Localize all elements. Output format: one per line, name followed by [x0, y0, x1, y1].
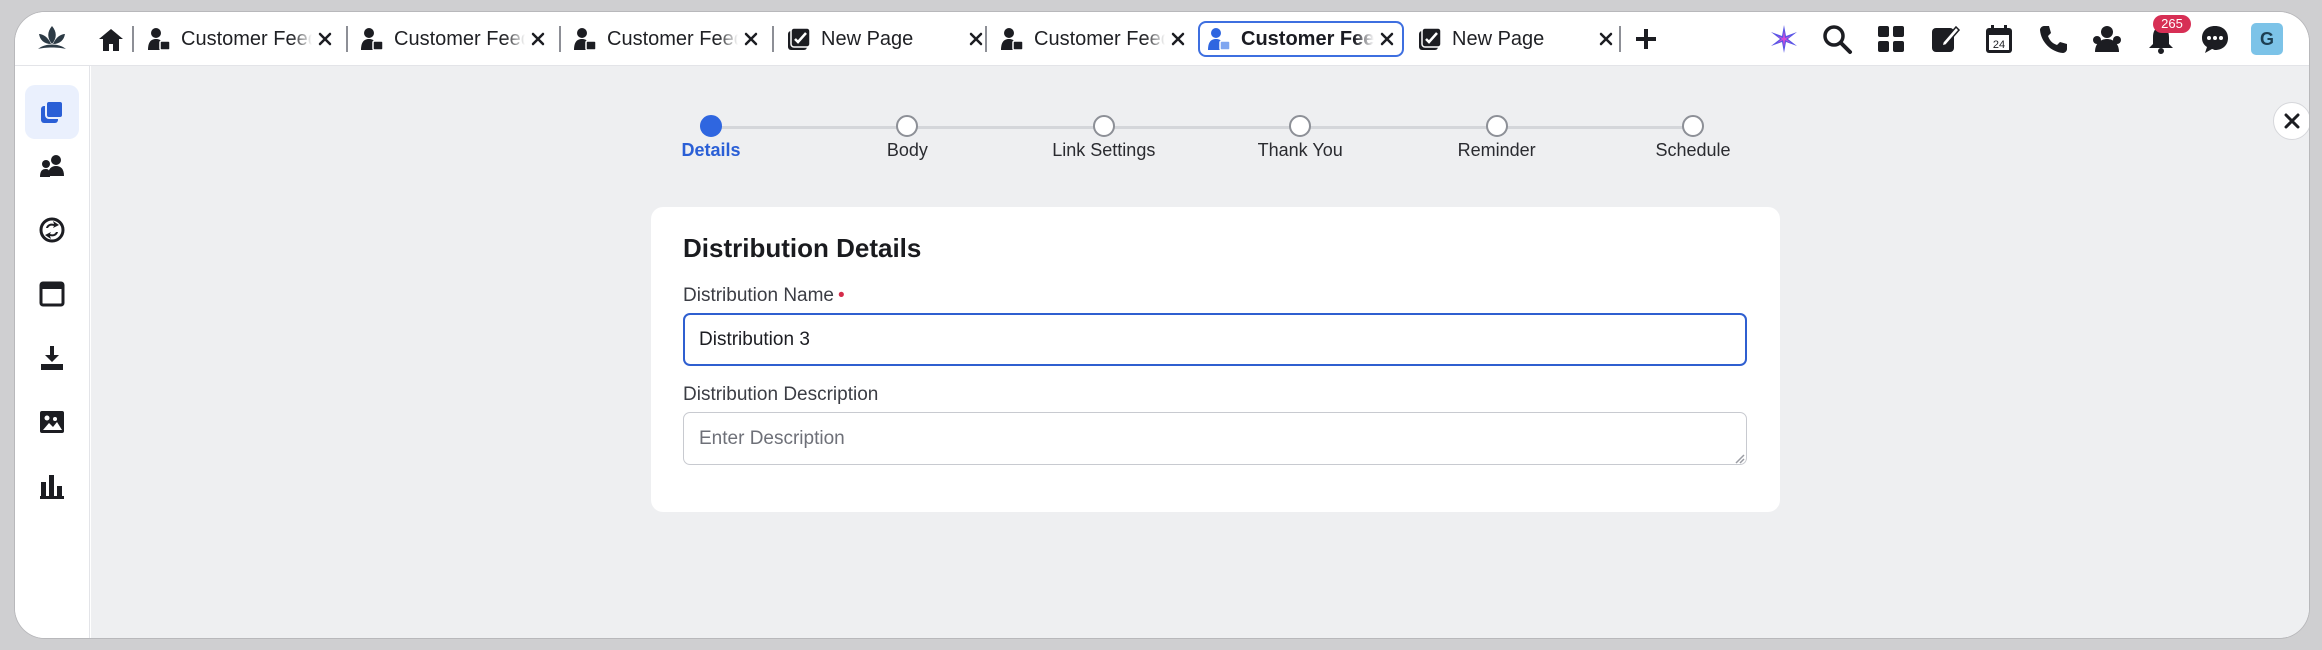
notification-count-badge: 265	[2153, 15, 2191, 33]
download-icon	[41, 346, 63, 370]
tab-3[interactable]: Customer Feedback	[566, 21, 766, 57]
distribution-description-label: Distribution Description	[683, 384, 879, 405]
step-body[interactable]: Body	[807, 115, 1007, 161]
tab-label: Customer Feedback	[1034, 27, 1165, 50]
tab-4[interactable]: New Page	[780, 21, 991, 57]
tab-separator	[346, 26, 348, 52]
copy-pages-icon	[41, 100, 64, 123]
step-link-settings[interactable]: Link Settings	[1004, 115, 1204, 161]
window-icon	[39, 281, 65, 307]
bar-chart-icon	[40, 475, 64, 499]
sidebar-item-copy-pages[interactable]	[25, 85, 79, 139]
step-reminder[interactable]: Reminder	[1397, 115, 1597, 161]
sidebar-item-media[interactable]	[35, 405, 69, 439]
close-tab-icon[interactable]	[1169, 30, 1187, 48]
new-page-icon	[788, 27, 811, 50]
distribution-details-card: Distribution Details Distribution Name • …	[651, 207, 1780, 512]
new-page-icon	[1419, 27, 1442, 50]
sidebar-item-window[interactable]	[35, 277, 69, 311]
agent-icon[interactable]	[2091, 23, 2123, 55]
step-schedule[interactable]: Schedule	[1593, 115, 1793, 161]
home-icon[interactable]	[97, 26, 125, 54]
close-tab-icon[interactable]	[1378, 30, 1396, 48]
calendar-icon[interactable]: 24	[1983, 23, 2015, 55]
svg-text:24: 24	[1993, 39, 2005, 51]
step-label: Details	[681, 140, 741, 160]
tab-label: Customer Feedback	[607, 27, 738, 50]
tab-7[interactable]: New Page	[1411, 21, 1621, 57]
main-content: Details Body Link Settings Thank You Rem…	[91, 66, 2309, 638]
close-tab-icon[interactable]	[1597, 30, 1615, 48]
step-dot	[1092, 115, 1115, 137]
customer-feedback-icon	[574, 28, 597, 51]
customer-feedback-icon	[1001, 28, 1024, 51]
compose-icon[interactable]	[1929, 23, 1961, 55]
media-gallery-icon	[40, 411, 64, 433]
close-tab-icon[interactable]	[529, 30, 547, 48]
add-tab-icon[interactable]	[1633, 26, 1659, 52]
sidebar-item-analytics[interactable]	[35, 469, 69, 503]
step-thank-you[interactable]: Thank You	[1200, 115, 1400, 161]
distribution-description-textarea[interactable]: Enter Description	[683, 412, 1747, 465]
step-label: Body	[886, 140, 928, 160]
tab-label: New Page	[1452, 27, 1545, 50]
tab-1[interactable]: Customer Feedback	[140, 21, 340, 57]
tab-separator	[559, 26, 561, 52]
distribution-name-label: Distribution Name •	[683, 285, 845, 307]
tab-6[interactable]: Customer Feedback	[1198, 21, 1404, 57]
step-details[interactable]: Details	[611, 115, 811, 161]
close-tab-icon[interactable]	[316, 30, 334, 48]
distribution-name-input[interactable]: Distribution 3	[683, 313, 1747, 366]
tab-label: Customer Feedback	[1241, 27, 1374, 50]
sidebar-item-people[interactable]	[35, 149, 69, 183]
distribution-name-label-text: Distribution Name	[683, 285, 834, 306]
close-icon	[2284, 113, 2300, 129]
apps-grid-icon[interactable]	[1875, 23, 1907, 55]
step-dot	[1289, 115, 1312, 137]
step-dot	[700, 115, 722, 137]
left-sidebar	[15, 66, 90, 638]
refresh-cycle-icon	[39, 217, 65, 243]
step-dot	[1485, 115, 1508, 137]
step-label: Link Settings	[1052, 140, 1156, 160]
sidebar-item-download[interactable]	[35, 341, 69, 375]
tab-separator	[1619, 26, 1621, 52]
step-label: Thank You	[1257, 140, 1343, 160]
tab-label: New Page	[821, 27, 914, 50]
tab-separator	[132, 26, 134, 52]
people-icon	[40, 155, 64, 177]
card-title: Distribution Details	[683, 233, 922, 263]
search-icon[interactable]	[1821, 23, 1853, 55]
tab-label: Customer Feedback	[181, 27, 312, 50]
close-button[interactable]	[2273, 102, 2309, 140]
tab-5[interactable]: Customer Feedback	[993, 21, 1193, 57]
sidebar-item-refresh[interactable]	[35, 213, 69, 247]
user-avatar[interactable]: G	[2251, 23, 2283, 55]
required-marker: •	[838, 285, 845, 306]
tab-separator	[772, 26, 774, 52]
step-label: Schedule	[1655, 140, 1731, 160]
customer-feedback-icon	[1208, 28, 1231, 51]
close-tab-icon[interactable]	[967, 30, 985, 48]
app-logo-icon[interactable]	[35, 22, 69, 56]
tab-separator	[985, 26, 987, 52]
tab-label: Customer Feedback	[394, 27, 525, 50]
phone-icon[interactable]	[2037, 23, 2069, 55]
tab-2[interactable]: Customer Feedback	[353, 21, 553, 57]
step-dot	[896, 115, 919, 137]
step-dot	[1682, 115, 1704, 137]
close-tab-icon[interactable]	[742, 30, 760, 48]
customer-feedback-icon	[148, 28, 171, 51]
resize-handle-icon[interactable]	[1733, 452, 1745, 464]
step-label: Reminder	[1457, 140, 1536, 160]
tab-bar: Customer Feedback Customer Feedback Cust…	[15, 12, 2309, 66]
app-window: Customer Feedback Customer Feedback Cust…	[15, 12, 2309, 638]
customer-feedback-icon	[361, 28, 384, 51]
chat-icon[interactable]	[2199, 23, 2231, 55]
sparkle-icon[interactable]	[1768, 23, 1800, 55]
